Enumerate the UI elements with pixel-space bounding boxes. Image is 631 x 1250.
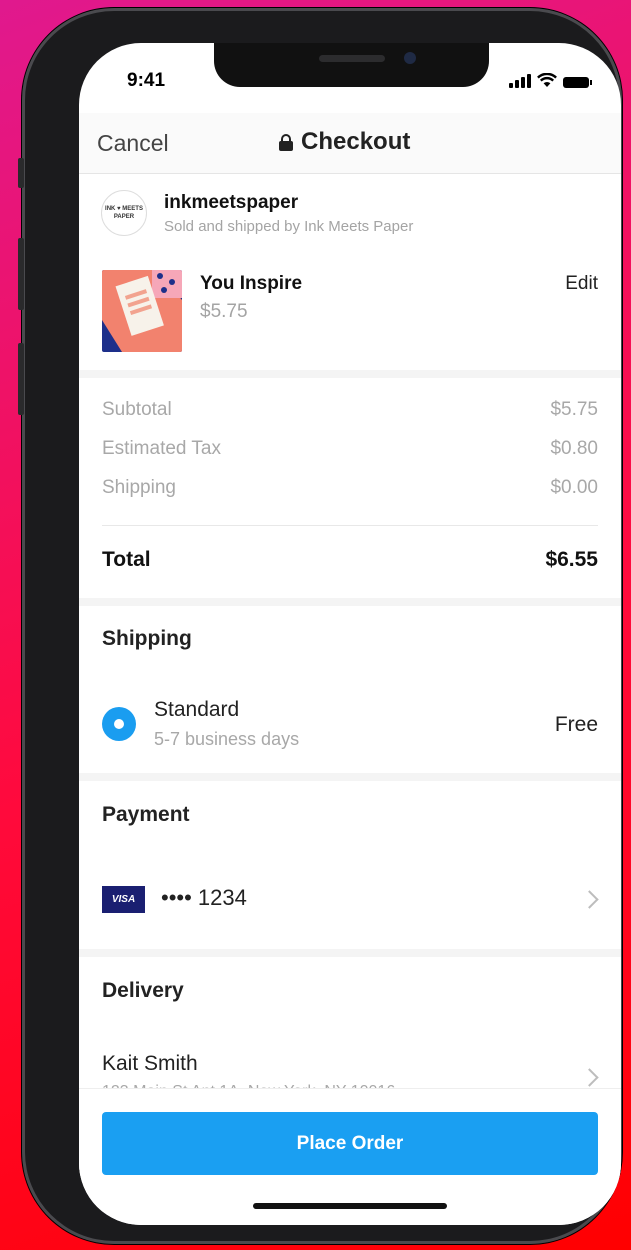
wifi-icon <box>537 73 557 87</box>
home-indicator[interactable] <box>253 1203 447 1209</box>
battery-icon <box>563 77 592 88</box>
front-camera <box>404 52 416 64</box>
section-divider <box>79 773 621 781</box>
checkout-footer: Place Order <box>79 1089 621 1225</box>
shipping-option-price: Free <box>554 713 598 736</box>
shipping-section-title: Shipping <box>102 627 192 650</box>
chevron-right-icon[interactable] <box>580 890 599 909</box>
seller-text: inkmeetspaper Sold and shipped by Ink Me… <box>164 192 413 235</box>
product-price: $5.75 <box>200 301 248 322</box>
card-number[interactable]: •••• 1234 <box>161 885 247 911</box>
signal-icon <box>509 74 531 88</box>
section-divider <box>79 949 621 957</box>
shipping-option-time: 5-7 business days <box>154 729 300 749</box>
shipping-option-radio[interactable] <box>102 707 136 741</box>
volume-down-button <box>18 343 24 415</box>
cancel-button[interactable]: Cancel <box>97 130 169 157</box>
visa-card-icon: VISA <box>102 886 145 913</box>
status-time: 9:41 <box>127 70 166 91</box>
delivery-section-title: Delivery <box>102 979 184 1002</box>
notch <box>214 43 489 87</box>
phone-screen: 9:41 Cancel Checkout INK ♥ MEETS PAPER i… <box>79 43 621 1225</box>
nav-bar: Cancel Checkout <box>79 113 621 174</box>
summary-divider <box>102 525 598 526</box>
delivery-address: 123 Main St Apt 1A, New York, NY 10016 <box>102 1081 395 1089</box>
edit-button[interactable]: Edit <box>565 273 598 295</box>
side-button <box>18 158 24 188</box>
page-title-text: Checkout <box>301 128 411 155</box>
section-divider <box>79 598 621 606</box>
status-icons <box>509 73 592 88</box>
section-divider <box>79 370 621 378</box>
lock-icon <box>279 134 293 151</box>
phone-frame: 9:41 Cancel Checkout INK ♥ MEETS PAPER i… <box>18 8 622 1244</box>
seller-info: INK ♥ MEETS PAPER inkmeetspaper Sold and… <box>101 190 413 236</box>
tax-value: $0.80 <box>550 438 598 459</box>
volume-up-button <box>18 238 24 310</box>
tax-label: Estimated Tax <box>102 438 221 459</box>
product-name: You Inspire <box>200 273 303 294</box>
subtotal-value: $5.75 <box>550 399 598 420</box>
seller-subtitle: Sold and shipped by Ink Meets Paper <box>164 217 414 235</box>
total-label: Total <box>102 548 151 571</box>
shipping-cost-label: Shipping <box>102 477 176 498</box>
speaker-grille <box>319 55 385 62</box>
total-value: $6.55 <box>545 548 598 571</box>
shipping-cost-value: $0.00 <box>550 477 598 498</box>
delivery-name[interactable]: Kait Smith <box>102 1052 198 1076</box>
place-order-button[interactable]: Place Order <box>102 1112 598 1175</box>
page-title: Checkout <box>279 128 410 156</box>
subtotal-label: Subtotal <box>102 399 172 420</box>
seller-name: inkmeetspaper <box>164 191 299 213</box>
product-image <box>102 270 182 352</box>
shipping-option-name[interactable]: Standard <box>154 698 239 722</box>
chevron-right-icon[interactable] <box>580 1068 599 1087</box>
seller-logo: INK ♥ MEETS PAPER <box>101 190 147 236</box>
payment-section-title: Payment <box>102 803 190 826</box>
